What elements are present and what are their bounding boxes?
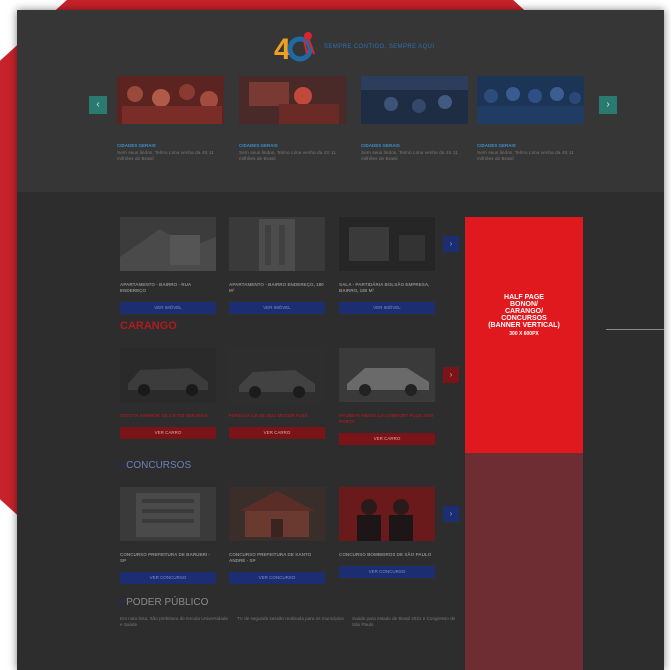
news-card[interactable]: CIDADES GERAIS Sem seus lindos, Telmo Li… bbox=[239, 76, 346, 163]
chevron-right-icon: › bbox=[606, 99, 610, 110]
view-contest-button[interactable]: VER CONCURSO bbox=[229, 572, 325, 584]
banner-line: BONON/ bbox=[510, 301, 538, 308]
contest-photo bbox=[339, 487, 435, 541]
property-card[interactable]: APARTAMENTO - BAIRRO - RUA ENDEREÇO VER … bbox=[120, 217, 216, 314]
view-car-button[interactable]: VER CARRO bbox=[339, 433, 435, 445]
chevron-right-icon: › bbox=[449, 370, 453, 379]
carousel-next-button[interactable]: › bbox=[599, 96, 617, 114]
contest-title: CONCURSO BOMBEIROS DE SÃO PAULO bbox=[339, 552, 432, 557]
banner-line: (BANNER VERTICAL) bbox=[488, 322, 560, 329]
contest-next-button[interactable]: › bbox=[443, 506, 459, 522]
chevron-right-icon: › bbox=[449, 239, 453, 248]
carango-section-title: CARANGO bbox=[120, 320, 177, 332]
news-category: CIDADES GERAIS bbox=[361, 143, 400, 148]
property-title: SALA - PARTIDÁRIA BOLSÃO EMPRESA, BAIRRO… bbox=[339, 282, 430, 293]
chevron-left-icon: ‹ bbox=[96, 99, 100, 110]
car-photo bbox=[120, 348, 216, 402]
logo[interactable]: 4 bbox=[271, 28, 315, 68]
chevron-right-icon: › bbox=[449, 509, 453, 518]
contest-card[interactable]: CONCURSO PREFEITURA DE BARUERI - SP VER … bbox=[120, 487, 216, 584]
banner-label: HALF PAGE BONON/ CARANGO/ CONCURSOS (BAN… bbox=[465, 294, 583, 329]
news-photo-event bbox=[239, 76, 346, 124]
contest-photo bbox=[120, 487, 216, 541]
car-card[interactable]: FORD KA 1.0 SE 2021 MOTOR FLEX VER CARRO bbox=[229, 348, 325, 439]
car-title: TOYOTA AMAROK SE 2.0 TDI VER MAIS bbox=[120, 413, 208, 418]
news-category: CIDADES GERAIS bbox=[117, 143, 156, 148]
property-next-button[interactable]: › bbox=[443, 236, 459, 252]
car-title: HYUNDAI HB20S 1.0 COMFORT PLUS 2019 PORT… bbox=[339, 413, 434, 424]
half-page-banner[interactable]: HALF PAGE BONON/ CARANGO/ CONCURSOS (BAN… bbox=[465, 217, 583, 453]
property-photo bbox=[120, 217, 216, 271]
property-photo bbox=[229, 217, 325, 271]
news-headline: Sem seus lindos, Telmo Lima venha da 4S … bbox=[361, 151, 458, 162]
news-headline: Sem seus lindos, Telmo Lima venha da 4S … bbox=[117, 151, 214, 162]
poder-publico-item[interactable]: TV de segunda sessão realizada para os m… bbox=[237, 616, 347, 622]
news-photo-team bbox=[477, 76, 584, 124]
logo-tagline: SEMPRE CONTIGO, SEMPRE AQUI bbox=[324, 44, 435, 50]
view-car-button[interactable]: VER CARRO bbox=[229, 427, 325, 439]
view-contest-button[interactable]: VER CONCURSO bbox=[120, 572, 216, 584]
banner-shadow-area bbox=[465, 453, 583, 670]
news-category: CIDADES GERAIS bbox=[239, 143, 278, 148]
banner-line: CARANGO/ bbox=[504, 308, 544, 315]
news-category: CIDADES GERAIS bbox=[477, 143, 516, 148]
car-next-button[interactable]: › bbox=[443, 367, 459, 383]
banner-line: HALF PAGE bbox=[504, 294, 544, 301]
header-band: 4 SEMPRE CONTIGO, SEMPRE AQUI ‹ › CIDADE… bbox=[17, 10, 664, 192]
annotation-pointer-line bbox=[606, 329, 664, 330]
contest-card[interactable]: CONCURSO BOMBEIROS DE SÃO PAULO VER CONC… bbox=[339, 487, 435, 578]
car-card[interactable]: TOYOTA AMAROK SE 2.0 TDI VER MAIS VER CA… bbox=[120, 348, 216, 439]
banner-line: CONCURSOS bbox=[501, 315, 547, 322]
section-bracket-icon: ) bbox=[120, 597, 124, 608]
news-card[interactable]: CIDADES GERAIS Sem seus lindos, Telmo Li… bbox=[361, 76, 468, 163]
car-card[interactable]: HYUNDAI HB20S 1.0 COMFORT PLUS 2019 PORT… bbox=[339, 348, 435, 445]
concursos-section-title: ) CONCURSOS bbox=[120, 460, 191, 471]
poder-publico-section-title: ) PODER PÚBLICO bbox=[120, 597, 208, 608]
view-property-button[interactable]: VER IMÓVEL bbox=[120, 302, 216, 314]
poder-publico-title-text: PODER PÚBLICO bbox=[126, 597, 209, 608]
property-card[interactable]: APARTAMENTO - BAIRRO ENDEREÇO, 180 M² VE… bbox=[229, 217, 325, 314]
news-card[interactable]: CIDADES GERAIS Sem seus lindos, Telmo Li… bbox=[117, 76, 224, 163]
property-card[interactable]: SALA - PARTIDÁRIA BOLSÃO EMPRESA, BAIRRO… bbox=[339, 217, 435, 314]
view-car-button[interactable]: VER CARRO bbox=[120, 427, 216, 439]
contest-card[interactable]: CONCURSO PREFEITURA DE SANTO ANDRÉ - SP … bbox=[229, 487, 325, 584]
car-photo bbox=[339, 348, 435, 402]
poder-publico-item[interactable]: Saúde para estado de Brasil 2021 e Congr… bbox=[352, 616, 462, 628]
carousel-prev-button[interactable]: ‹ bbox=[89, 96, 107, 114]
news-card[interactable]: CIDADES GERAIS Sem seus lindos, Telmo Li… bbox=[477, 76, 584, 163]
contest-photo bbox=[229, 487, 325, 541]
property-title: APARTAMENTO - BAIRRO ENDEREÇO, 180 M² bbox=[229, 282, 324, 293]
car-photo bbox=[229, 348, 325, 402]
concursos-title-text: CONCURSOS bbox=[126, 460, 192, 471]
news-headline: Sem seus lindos, Telmo Lima venha da 4S … bbox=[477, 151, 574, 162]
news-photo-stage bbox=[361, 76, 468, 124]
news-photo-crowd bbox=[117, 76, 224, 124]
property-photo bbox=[339, 217, 435, 271]
section-bracket-icon: ) bbox=[120, 460, 124, 471]
poder-publico-item[interactable]: Em nota feita, São prefeitura de Escola … bbox=[120, 616, 230, 628]
car-title: FORD KA 1.0 SE 2021 MOTOR FLEX bbox=[229, 413, 308, 418]
property-title: APARTAMENTO - BAIRRO - RUA ENDEREÇO bbox=[120, 282, 192, 293]
page-mockup: 4 SEMPRE CONTIGO, SEMPRE AQUI ‹ › CIDADE… bbox=[17, 10, 664, 670]
contest-title: CONCURSO PREFEITURA DE SANTO ANDRÉ - SP bbox=[229, 552, 312, 563]
view-property-button[interactable]: VER IMÓVEL bbox=[339, 302, 435, 314]
contest-title: CONCURSO PREFEITURA DE BARUERI - SP bbox=[120, 552, 210, 563]
banner-size: 300 X 600PX bbox=[509, 331, 539, 337]
view-contest-button[interactable]: VER CONCURSO bbox=[339, 566, 435, 578]
view-property-button[interactable]: VER IMÓVEL bbox=[229, 302, 325, 314]
news-headline: Sem seus lindos, Telmo Lima venha da 4S … bbox=[239, 151, 336, 162]
